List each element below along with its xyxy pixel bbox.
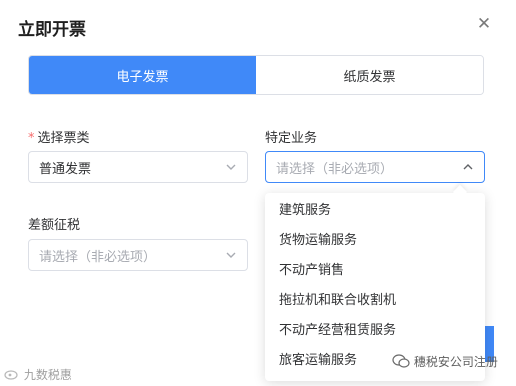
chevron-down-icon xyxy=(226,164,236,170)
watermark-right-text: 穗税安公司注册 xyxy=(413,355,498,369)
close-icon[interactable]: ✕ xyxy=(476,16,492,33)
dialog-title: 立即开票 xyxy=(18,20,86,40)
invoice-type-value: 普通发票 xyxy=(39,161,92,177)
special-business-label: 特定业务 xyxy=(265,131,318,146)
invoice-dialog: 立即开票 ✕ 电子发票 纸质发票 * 选择票类 普通发票 特定业务 请选择（非必选… xyxy=(0,0,516,386)
watermark-left: 九数税惠 xyxy=(4,366,72,383)
margin-tax-select[interactable]: 请选择（非必选项） xyxy=(28,239,248,271)
special-business-placeholder: 请选择（非必选项） xyxy=(276,161,394,177)
chevron-down-icon xyxy=(226,252,236,258)
option-real-estate-lease[interactable]: 不动产经营租赁服务 xyxy=(265,316,485,346)
required-mark: * xyxy=(28,131,35,146)
option-real-estate-sale[interactable]: 不动产销售 xyxy=(265,256,485,286)
option-construction[interactable]: 建筑服务 xyxy=(265,196,485,226)
tab-paper-invoice[interactable]: 纸质发票 xyxy=(256,56,483,94)
wechat-icon xyxy=(392,354,410,368)
invoice-type-select[interactable]: 普通发票 xyxy=(28,151,248,183)
watermark-left-text: 九数税惠 xyxy=(23,368,72,382)
invoice-type-label-text: 选择票类 xyxy=(37,131,90,146)
tab-electronic-invoice[interactable]: 电子发票 xyxy=(29,56,256,94)
margin-tax-placeholder: 请选择（非必选项） xyxy=(39,249,157,265)
invoice-type-tabs: 电子发票 纸质发票 xyxy=(28,55,484,95)
special-business-select[interactable]: 请选择（非必选项） xyxy=(265,151,485,183)
chevron-up-icon xyxy=(463,164,473,170)
margin-tax-label: 差额征税 xyxy=(28,218,81,233)
invoice-type-label: * 选择票类 xyxy=(28,127,90,146)
watermark-right: 穗税安公司注册 xyxy=(392,353,498,370)
option-tractor-harvester[interactable]: 拖拉机和联合收割机 xyxy=(265,286,485,316)
weibo-icon xyxy=(4,370,18,380)
option-freight-transport[interactable]: 货物运输服务 xyxy=(265,226,485,256)
